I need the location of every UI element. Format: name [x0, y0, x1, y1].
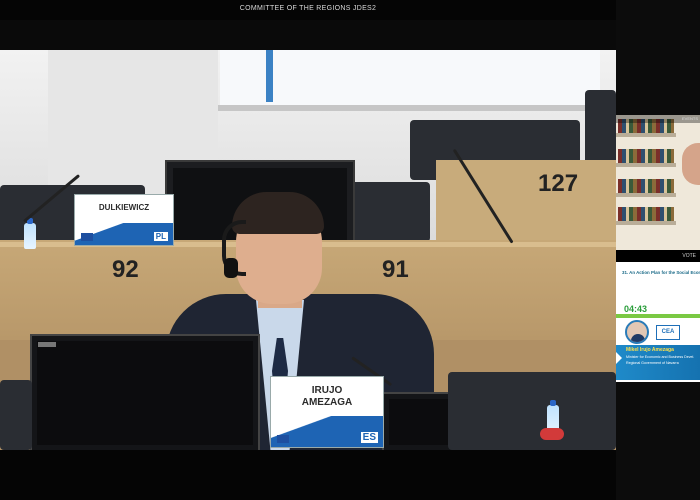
- presentation-slide[interactable]: 31. An Action Plan for the Social Econom…: [616, 262, 700, 382]
- nameplate-name: DULKIEWICZ: [98, 203, 150, 212]
- water-bottle: [24, 218, 36, 249]
- country-code: PL: [152, 231, 169, 242]
- speaker-name: Mikel Irujo Amezaga: [626, 347, 674, 353]
- arrow-right-icon: [616, 352, 622, 364]
- participant-tile-label: EVENTS: [616, 115, 700, 123]
- back-desk: [436, 160, 616, 240]
- window-rail: [215, 105, 615, 111]
- seat-number: 91: [382, 256, 409, 283]
- background-pole: [266, 50, 273, 102]
- window-title: COMMITTEE OF THE REGIONS JDES2: [239, 5, 377, 12]
- back-chair: [345, 182, 430, 242]
- agenda-item: 31. An Action Plan for the Social Econom…: [622, 270, 700, 275]
- speaker-avatar: [625, 320, 649, 344]
- red-cup: [540, 428, 564, 440]
- front-chair: [448, 372, 616, 450]
- speaker-region: Regional Government of Navarra: [626, 361, 679, 365]
- participant-caption: VOTE: [616, 250, 700, 262]
- seat-number: 127: [538, 170, 579, 197]
- headset-earpiece: [224, 258, 238, 278]
- participant-video-tile[interactable]: [616, 115, 700, 250]
- background-window: [220, 50, 600, 108]
- front-chair: [0, 380, 32, 450]
- participant-face: [682, 143, 700, 185]
- slide-band: [616, 314, 700, 318]
- nameplate-name-line1: IRUJO: [311, 385, 343, 396]
- seat-number: 92: [112, 256, 139, 283]
- main-video-feed[interactable]: 127 92 91 DULKIEWICZ PL IRUJO AMEZAGA ES: [0, 50, 616, 450]
- country-code: ES: [359, 431, 379, 444]
- nameplate-irujo-amezaga: IRUJO AMEZAGA ES: [270, 376, 384, 448]
- speaker-role: Minister for Economic and Business Devel…: [626, 355, 695, 359]
- bottom-bar: [0, 450, 616, 500]
- cea-logo: CEA: [656, 325, 680, 340]
- nameplate-name-line2: AMEZAGA: [301, 397, 353, 408]
- nameplate-dulkiewicz: DULKIEWICZ PL: [74, 194, 174, 246]
- bookshelf-background: [616, 115, 700, 250]
- speaking-timer: 04:43: [624, 304, 648, 314]
- speaker-name-bar: Mikel Irujo Amezaga Minister for Economi…: [616, 345, 700, 380]
- laptop-left: [30, 334, 260, 450]
- eu-flag-icon: [277, 435, 289, 443]
- eu-flag-icon: [81, 233, 93, 241]
